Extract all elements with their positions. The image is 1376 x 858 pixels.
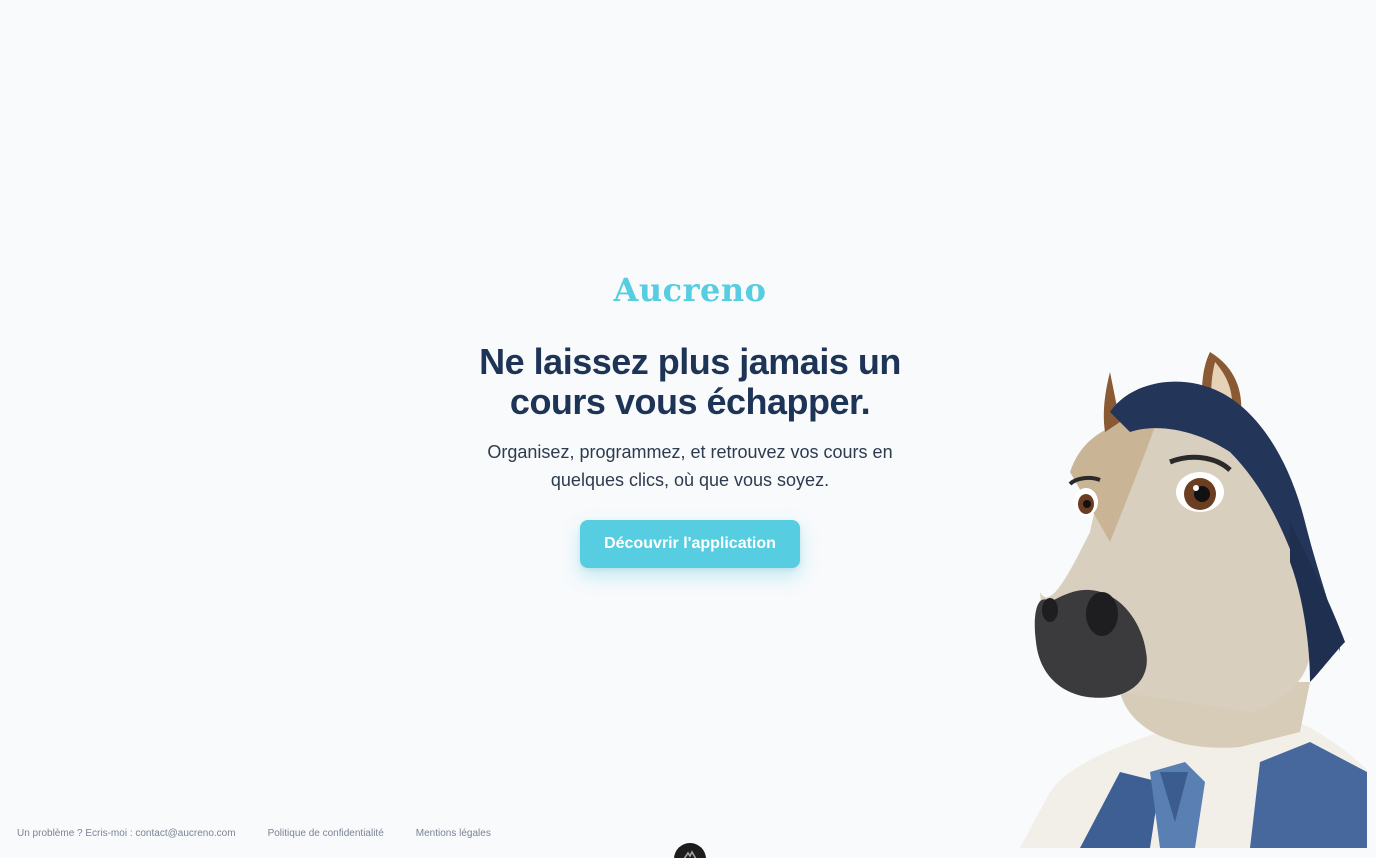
landing-page: Aucreno Ne laissez plus jamais un cours … — [0, 0, 1376, 858]
floating-badge[interactable] — [674, 843, 706, 858]
brand-logo[interactable]: Aucreno — [614, 270, 767, 310]
footer: Un problème ? Ecris-moi : contact@aucren… — [17, 828, 491, 839]
hero-headline: Ne laissez plus jamais un cours vous éch… — [479, 341, 901, 422]
mountain-icon — [683, 850, 697, 858]
footer-privacy-link[interactable]: Politique de confidentialité — [268, 828, 384, 839]
footer-legal-link[interactable]: Mentions légales — [416, 828, 491, 839]
horse-mascot-illustration — [1020, 352, 1367, 848]
discover-app-button[interactable]: Découvrir l'application — [580, 520, 800, 568]
hero-subline: Organisez, programmez, et retrouvez vos … — [487, 442, 893, 490]
footer-contact-link[interactable]: Un problème ? Ecris-moi : contact@aucren… — [17, 828, 236, 839]
